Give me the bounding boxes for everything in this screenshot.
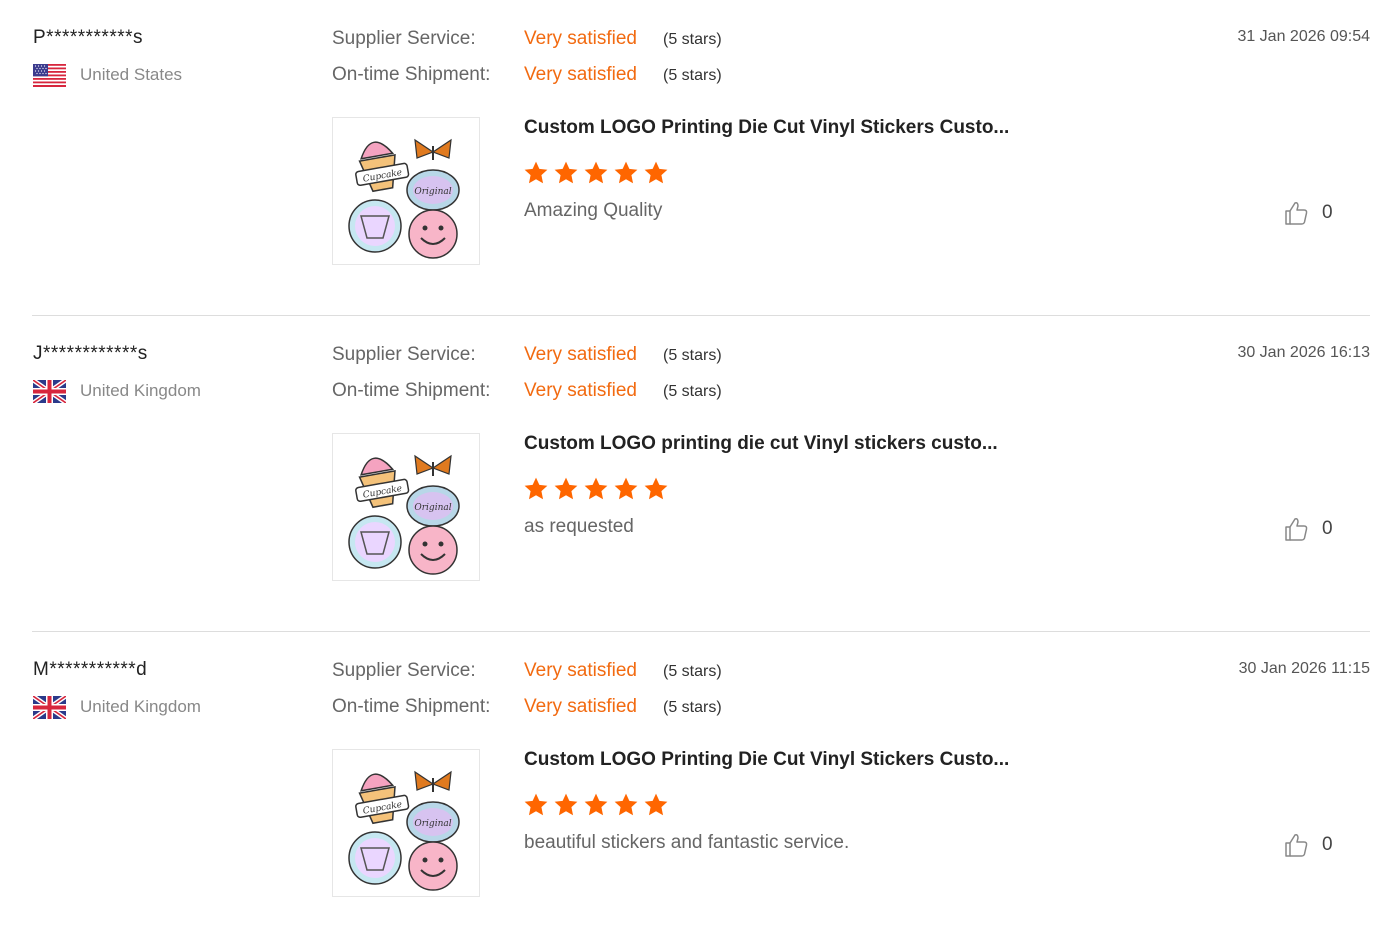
star-icon [584,161,608,184]
product-thumbnail[interactable]: Cupcake Original [332,749,480,897]
review-date: 30 Jan 2026 16:13 [1237,344,1370,361]
product-title-link[interactable]: Custom LOGO Printing Die Cut Vinyl Stick… [524,749,1009,771]
supplier-service-stars: (5 stars) [663,663,722,680]
reviewer-country: United Kingdom [80,381,201,400]
review-item: J************s United Kingdom Supplier S… [32,316,1370,632]
review-comment: as requested [524,516,634,537]
star-icon [614,793,638,816]
uk-flag-icon [33,380,66,403]
product-thumbnail[interactable]: Cupcake Original [332,433,480,581]
like-count: 0 [1322,518,1333,539]
shipment-label: On-time Shipment: [332,380,491,401]
review-item: M***********d United Kingdom Supplier Se… [32,632,1370,948]
shipment-stars: (5 stars) [663,383,722,400]
review-comment: Amazing Quality [524,200,663,221]
sticker-product-thumbnail: Cupcake Original [348,454,460,575]
shipment-value: Very satisfied [524,64,637,85]
review-item: P***********s United States Supplier Ser… [32,0,1370,316]
product-thumbnail[interactable]: Cupcake Original [332,117,480,265]
product-title-link[interactable]: Custom LOGO Printing Die Cut Vinyl Stick… [524,117,1009,139]
shipment-label: On-time Shipment: [332,696,491,717]
star-icon [584,477,608,500]
supplier-service-label: Supplier Service: [332,660,476,681]
supplier-service-label: Supplier Service: [332,28,476,49]
thumbs-up-icon [1285,834,1308,857]
product-rating-stars [523,476,669,504]
svg-text:Original: Original [414,819,451,829]
star-icon [554,477,578,500]
svg-text:Original: Original [414,503,451,513]
shipment-stars: (5 stars) [663,67,722,84]
reviewer-country: United States [80,65,183,84]
sticker-product-thumbnail: Cupcake Original [348,138,460,259]
shipment-label: On-time Shipment: [332,64,491,85]
svg-text:Original: Original [414,187,451,197]
sticker-product-thumbnail: Cupcake Original [348,770,460,891]
product-rating-stars [523,160,669,188]
reviewer-name: J************s [33,343,148,364]
shipment-value: Very satisfied [524,380,637,401]
review-date: 31 Jan 2026 09:54 [1237,28,1370,45]
reviewer-country: United Kingdom [80,697,201,716]
supplier-service-value: Very satisfied [524,660,637,681]
shipment-stars: (5 stars) [663,699,722,716]
product-title-link[interactable]: Custom LOGO printing die cut Vinyl stick… [524,433,998,455]
supplier-service-stars: (5 stars) [663,31,722,48]
like-count: 0 [1322,834,1333,855]
like-button[interactable]: 0 [1283,831,1343,859]
star-icon [644,793,668,816]
star-icon [644,161,668,184]
shipment-value: Very satisfied [524,696,637,717]
supplier-service-value: Very satisfied [524,28,637,49]
thumbs-up-icon [1285,518,1308,541]
like-count: 0 [1322,202,1333,223]
thumbs-up-icon [1285,202,1308,225]
like-button[interactable]: 0 [1283,199,1343,227]
supplier-service-label: Supplier Service: [332,344,476,365]
star-icon [614,477,638,500]
product-rating-stars [523,792,669,820]
review-comment: beautiful stickers and fantastic service… [524,832,850,853]
us-flag-icon [33,64,66,87]
like-button[interactable]: 0 [1283,515,1343,543]
uk-flag-icon [33,696,66,719]
review-date: 30 Jan 2026 11:15 [1238,660,1370,677]
star-icon [644,477,668,500]
star-icon [554,161,578,184]
star-icon [614,161,638,184]
star-icon [524,477,548,500]
star-icon [524,161,548,184]
star-icon [584,793,608,816]
reviewer-name: M***********d [33,659,148,680]
supplier-service-stars: (5 stars) [663,347,722,364]
star-icon [524,793,548,816]
star-icon [554,793,578,816]
supplier-service-value: Very satisfied [524,344,637,365]
reviewer-name: P***********s [33,27,144,48]
